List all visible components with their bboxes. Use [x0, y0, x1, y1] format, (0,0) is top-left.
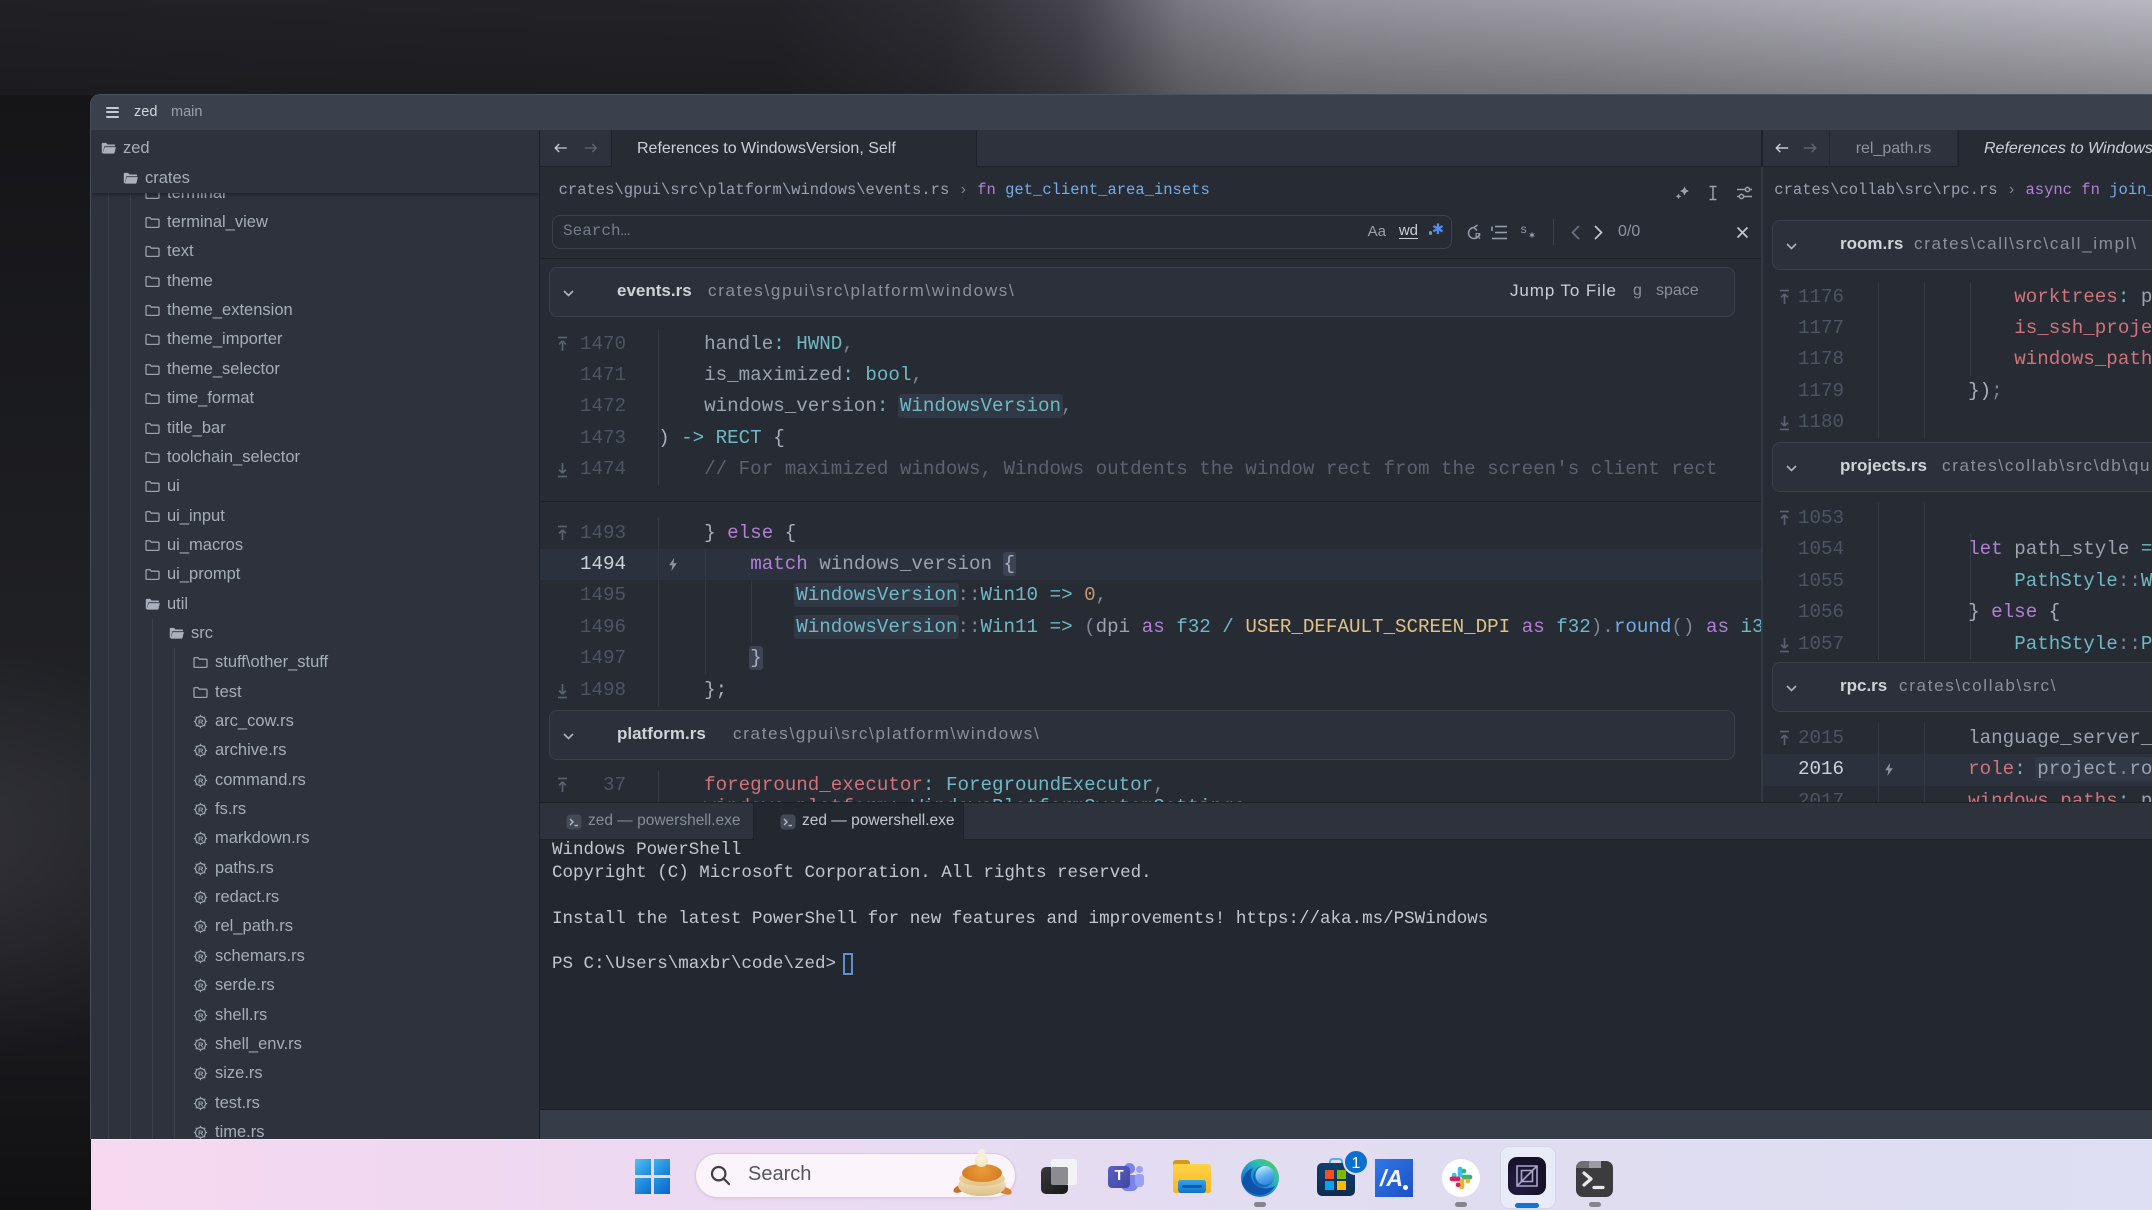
svg-text:s: s [1520, 223, 1527, 237]
svg-text:R: R [198, 1128, 204, 1137]
svg-text:R: R [1475, 232, 1481, 241]
svg-text:R: R [198, 923, 204, 932]
svg-text:R: R [198, 893, 204, 902]
svg-text:R: R [198, 1040, 204, 1049]
svg-text:R: R [198, 717, 204, 726]
svg-text:R: R [198, 981, 204, 990]
svg-text:R: R [198, 1099, 204, 1108]
svg-text:R: R [198, 1011, 204, 1020]
svg-text:R: R [198, 864, 204, 873]
svg-text:R: R [198, 805, 204, 814]
svg-text:R: R [198, 776, 204, 785]
svg-text:R: R [198, 835, 204, 844]
svg-text:R: R [198, 1069, 204, 1078]
svg-text:R: R [198, 952, 204, 961]
svg-text:R: R [198, 747, 204, 756]
